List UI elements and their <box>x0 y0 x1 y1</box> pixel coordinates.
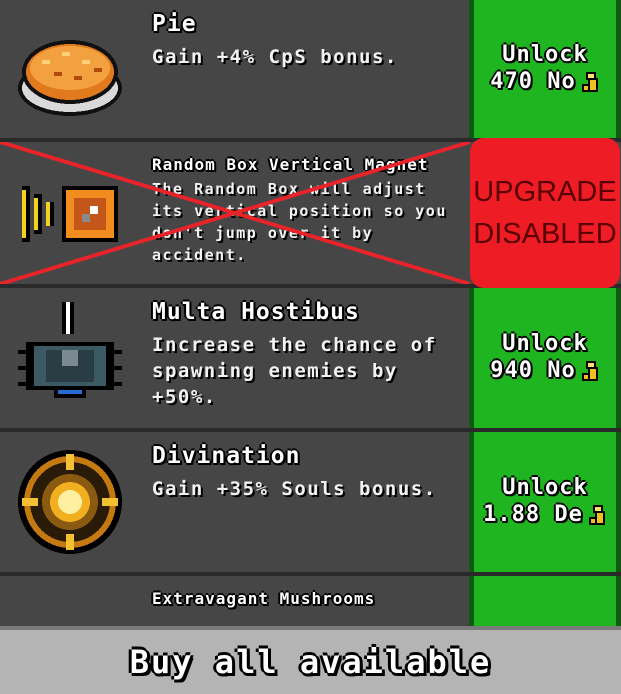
price-text: 940 No <box>490 358 576 383</box>
buy-all-button[interactable]: Buy all available <box>0 626 621 694</box>
unlock-label: Unlock <box>502 331 588 356</box>
upgrade-text: Random Box Vertical Magnet The Random Bo… <box>152 154 461 266</box>
price-text: 1.88 De <box>483 502 583 527</box>
upgrade-disabled-badge: UPGRADE DISABLED <box>469 138 621 288</box>
unlock-price: 1.88 De <box>483 501 607 529</box>
pie-icon <box>18 40 122 116</box>
unlock-label: Unlock <box>502 42 588 67</box>
upgrade-title: Multa Hostibus <box>152 299 360 325</box>
upgrade-row-divination: Divination Gain +35% Souls bonus. Unlock… <box>0 432 621 576</box>
upgrade-description: The Random Box will adjust its vertical … <box>152 180 447 264</box>
spider-icon <box>18 302 122 398</box>
magnet-box-icon <box>22 186 118 242</box>
unlock-price: 470 No <box>490 68 599 96</box>
upgrade-title: Pie <box>152 11 197 37</box>
upgrade-text: Multa Hostibus Increase the chance of sp… <box>152 298 461 410</box>
unlock-button-divination[interactable]: Unlock 1.88 De <box>469 432 621 572</box>
disabled-label-line1: UPGRADE <box>473 176 617 208</box>
upgrade-text: Extravagant Mushrooms <box>152 588 461 610</box>
unlock-button-pie[interactable]: Unlock 470 No <box>469 0 621 138</box>
upgrade-text: Divination Gain +35% Souls bonus. <box>152 442 461 502</box>
upgrade-description: Gain +4% CpS bonus. <box>152 46 398 68</box>
upgrade-description: Gain +35% Souls bonus. <box>152 478 437 500</box>
unlock-button-multa-hostibus[interactable]: Unlock 940 No <box>469 288 621 428</box>
upgrade-list: Pie Gain +4% CpS bonus. Unlock 470 No Ra… <box>0 0 621 694</box>
coin-stack-icon <box>581 72 598 92</box>
upgrade-description: Increase the chance of spawning enemies … <box>152 334 437 408</box>
divination-orb-icon <box>18 450 122 554</box>
upgrade-title: Random Box Vertical Magnet <box>152 155 429 174</box>
price-text: 470 No <box>490 69 576 94</box>
unlock-price: 940 No <box>490 357 599 385</box>
unlock-label: Unlock <box>502 475 588 500</box>
coin-stack-icon <box>588 505 605 525</box>
disabled-label-line2: DISABLED <box>473 218 617 250</box>
buy-all-label: Buy all available <box>129 643 492 681</box>
upgrade-row-multa-hostibus: Multa Hostibus Increase the chance of sp… <box>0 288 621 432</box>
upgrade-text: Pie Gain +4% CpS bonus. <box>152 10 461 70</box>
upgrade-title: Divination <box>152 443 301 469</box>
upgrade-title: Extravagant Mushrooms <box>152 589 376 608</box>
upgrade-row-pie: Pie Gain +4% CpS bonus. Unlock 470 No <box>0 0 621 142</box>
coin-stack-icon <box>581 361 598 381</box>
disabled-box: UPGRADE DISABLED <box>470 138 620 288</box>
upgrade-row-random-box-magnet: Random Box Vertical Magnet The Random Bo… <box>0 138 621 288</box>
